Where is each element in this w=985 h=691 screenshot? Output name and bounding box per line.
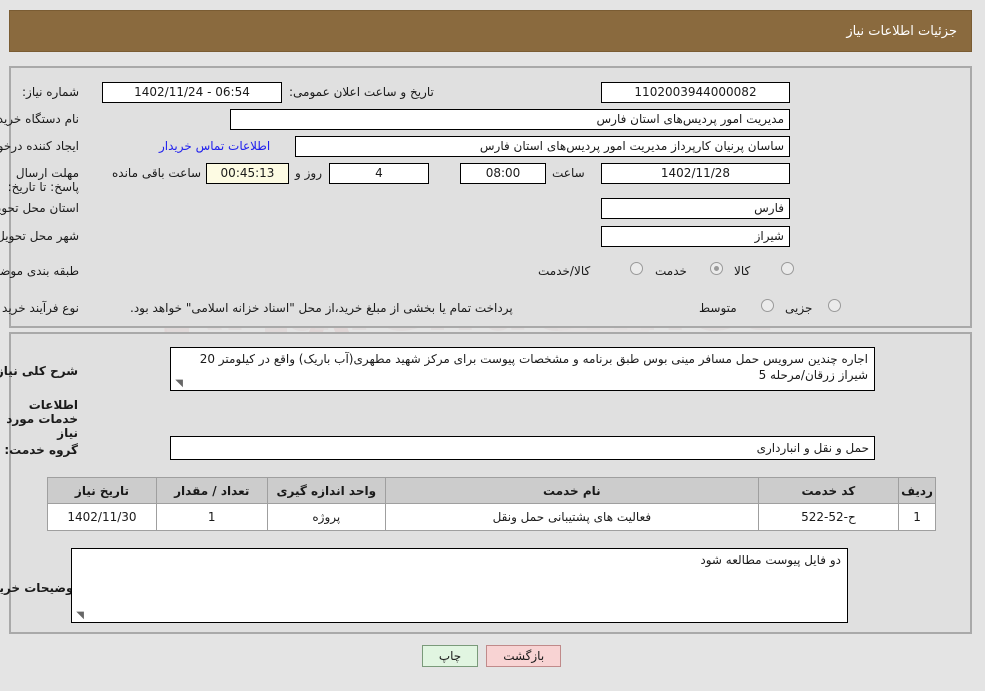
radio-category-kala-label: کالا (735, 264, 752, 278)
cell-unit: پروژه (267, 503, 388, 531)
city-label: شهر محل تحویل: (0, 229, 80, 243)
province-value: فارس (602, 198, 791, 219)
need-number-label: شماره نیاز: (23, 85, 80, 99)
services-section-title: اطلاعات خدمات مورد نیاز (7, 398, 79, 440)
resize-grip-icon-notes[interactable]: ◥ (75, 611, 85, 621)
resize-grip-icon[interactable]: ◥ (174, 379, 184, 389)
radio-category-kala-khedmat[interactable] (631, 262, 644, 275)
table-row: 1 ح-52-522 فعالیت های پشتیبانی حمل ونقل … (48, 503, 937, 531)
category-label: طبقه بندی موضوعی: (0, 264, 80, 278)
cell-code: ح-52-522 (758, 503, 901, 531)
deadline-date-value: 1402/11/28 (602, 163, 791, 184)
need-number-value: 1102003944000082 (602, 82, 791, 103)
radio-category-kala[interactable] (782, 262, 795, 275)
description-textarea[interactable]: اجاره چندین سرویس حمل مسافر مینی بوس طبق… (171, 347, 876, 391)
deadline-label: مهلت ارسال پاسخ: تا تاریخ: (8, 166, 80, 194)
radio-category-khedmat[interactable] (711, 262, 724, 275)
radio-process-motevaset-label: متوسط (700, 301, 738, 315)
deadline-hour-value: 08:00 (461, 163, 547, 184)
city-value: شیراز (602, 226, 791, 247)
days-separator-label: روز و (296, 166, 323, 180)
service-group-value: حمل و نقل و انبارداری (171, 436, 876, 460)
buyer-notes-label: توضیحات خریدار: (0, 581, 79, 595)
description-value: اجاره چندین سرویس حمل مسافر مینی بوس طبق… (200, 352, 869, 382)
th-unit: واحد اندازه گیری (267, 477, 388, 504)
page-title: جزئیات اطلاعات نیاز (847, 23, 958, 39)
print-button[interactable]: چاپ (422, 645, 480, 667)
description-label: شرح کلی نیاز: (0, 364, 79, 378)
service-group-label: گروه خدمت: (5, 443, 79, 457)
deadline-hour-label: ساعت (553, 166, 586, 180)
th-row: ردیف (899, 477, 937, 504)
back-button[interactable]: بازگشت (487, 645, 563, 667)
buyer-contact-link[interactable]: اطلاعات تماس خریدار (160, 139, 271, 153)
countdown-value: 00:45:13 (207, 163, 290, 184)
cell-qty: 1 (156, 503, 269, 531)
cell-name: فعالیت های پشتیبانی حمل ونقل (386, 503, 760, 531)
radio-process-motevaset[interactable] (762, 299, 775, 312)
buyer-org-value: مدیریت امور پردیس‌های استان فارس (231, 109, 791, 130)
th-date: تاریخ نیاز (48, 477, 158, 504)
need-info-panel (10, 66, 973, 328)
remaining-days-value: 4 (330, 163, 430, 184)
announce-datetime-value: 1402/11/24 - 06:54 (103, 82, 283, 103)
radio-category-kala-khedmat-label: کالا/خدمت (539, 264, 592, 278)
page-header-bar: جزئیات اطلاعات نیاز (10, 10, 973, 52)
table-header-row: ردیف کد خدمت نام خدمت واحد اندازه گیری ت… (48, 477, 937, 504)
cell-date: 1402/11/30 (48, 503, 158, 531)
th-qty: تعداد / مقدار (156, 477, 269, 504)
th-code: کد خدمت (758, 477, 901, 504)
province-label: استان محل تحویل: (0, 201, 80, 215)
buyer-org-label: نام دستگاه خریدار: (0, 112, 80, 126)
announce-datetime-label: تاریخ و ساعت اعلان عمومی: (290, 85, 435, 99)
th-name: نام خدمت (386, 477, 760, 504)
process-label: نوع فرآیند خرید : (0, 301, 80, 315)
footer-button-bar: بازگشت چاپ (0, 645, 985, 667)
requester-value: ساسان پرنیان کارپرداز مدیریت امور پردیس‌… (296, 136, 791, 157)
radio-process-jozii-label: جزیی (786, 301, 814, 315)
services-table: ردیف کد خدمت نام خدمت واحد اندازه گیری ت… (48, 477, 937, 531)
process-note: پرداخت تمام یا بخشی از مبلغ خرید،از محل … (131, 301, 514, 315)
radio-category-khedmat-label: خدمت (656, 264, 688, 278)
cell-row: 1 (899, 503, 937, 531)
requester-label: ایجاد کننده درخواست: (0, 139, 80, 153)
remaining-label: ساعت باقی مانده (113, 166, 203, 180)
buyer-notes-value: دو فایل پیوست مطالعه شود (701, 553, 842, 567)
radio-process-jozii[interactable] (829, 299, 842, 312)
buyer-notes-textarea[interactable]: دو فایل پیوست مطالعه شود ◥ (72, 548, 849, 623)
